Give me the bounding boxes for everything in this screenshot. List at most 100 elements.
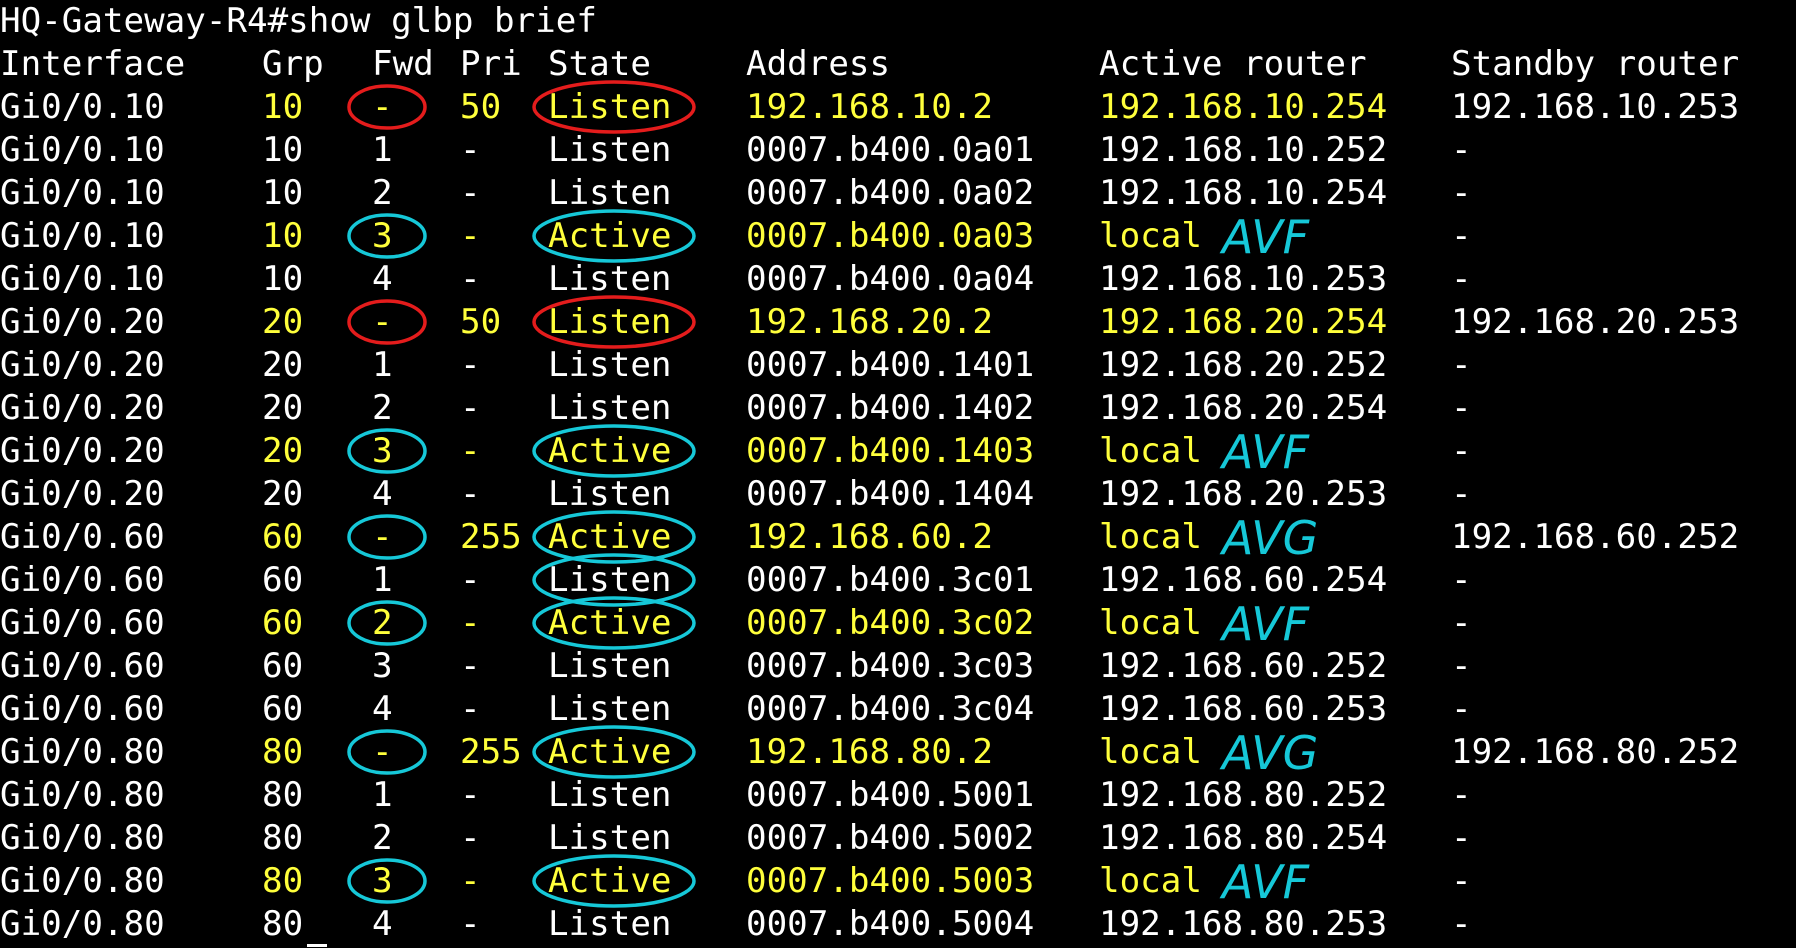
cell-active: 192.168.20.253	[1099, 474, 1388, 514]
cell-fwd: -	[372, 302, 393, 342]
cell-addr: 0007.b400.5004	[746, 904, 1035, 944]
cell-fwd: -	[372, 732, 393, 772]
cell-state: Listen	[548, 775, 672, 815]
cell-if: Gi0/0.60	[0, 646, 165, 686]
cell-standby: 192.168.10.253	[1451, 87, 1740, 127]
cell-addr: 192.168.10.2	[746, 87, 993, 127]
cell-if: Gi0/0.80	[0, 775, 165, 815]
cell-state: Listen	[548, 474, 672, 514]
cell-state: Listen	[548, 173, 672, 213]
cell-if: Gi0/0.60	[0, 689, 165, 729]
cell-active: 192.168.10.253	[1099, 259, 1388, 299]
cell-pri: -	[460, 646, 481, 686]
cell-fwd: 4	[372, 904, 393, 944]
cell-standby: -	[1451, 431, 1472, 471]
cell-addr: 0007.b400.1403	[746, 431, 1035, 471]
cell-grp: 80	[262, 775, 304, 815]
cell-fwd: 2	[372, 603, 393, 643]
cell-state: Listen	[548, 904, 672, 944]
cell-active: 192.168.80.254	[1099, 818, 1388, 858]
cell-addr: 192.168.20.2	[746, 302, 993, 342]
cell-if: Gi0/0.10	[0, 259, 165, 299]
cell-standby: -	[1451, 689, 1472, 729]
cell-if: Gi0/0.20	[0, 388, 165, 428]
cell-active: local	[1099, 517, 1202, 557]
cell-grp: 80	[262, 818, 304, 858]
cell-if: Gi0/0.60	[0, 603, 165, 643]
cell-active: 192.168.60.254	[1099, 560, 1388, 600]
cell-grp: 60	[262, 517, 304, 557]
cell-addr: 0007.b400.1402	[746, 388, 1035, 428]
cell-if: Gi0/0.80	[0, 904, 165, 944]
cell-if: Gi0/0.20	[0, 431, 165, 471]
cell-fwd: 4	[372, 259, 393, 299]
cell-fwd: 1	[372, 775, 393, 815]
cell-if: Gi0/0.80	[0, 732, 165, 772]
cell-grp: 10	[262, 216, 304, 256]
cell-active: 192.168.80.252	[1099, 775, 1388, 815]
column-header: State	[548, 44, 651, 84]
cell-standby: -	[1451, 560, 1472, 600]
cell-pri: -	[460, 431, 481, 471]
cell-state: Active	[548, 517, 672, 557]
column-header: Standby router	[1451, 44, 1740, 84]
cell-standby: -	[1451, 259, 1472, 299]
cell-addr: 0007.b400.3c02	[746, 603, 1035, 643]
cell-addr: 0007.b400.0a02	[746, 173, 1035, 213]
cell-fwd: 3	[372, 646, 393, 686]
cell-grp: 60	[262, 646, 304, 686]
command-prompt: HQ-Gateway-R4#show glbp brief	[0, 1, 597, 41]
cell-addr: 192.168.60.2	[746, 517, 993, 557]
cell-state: Listen	[548, 259, 672, 299]
cell-fwd: 3	[372, 431, 393, 471]
cell-grp: 20	[262, 345, 304, 385]
cell-fwd: -	[372, 517, 393, 557]
cell-state: Listen	[548, 560, 672, 600]
cell-pri: -	[460, 474, 481, 514]
cell-standby: 192.168.80.252	[1451, 732, 1740, 772]
cell-state: Active	[548, 216, 672, 256]
cell-state: Active	[548, 861, 672, 901]
cell-pri: -	[460, 775, 481, 815]
cell-active: 192.168.80.253	[1099, 904, 1388, 944]
cell-pri: 50	[460, 302, 502, 342]
cell-state: Listen	[548, 345, 672, 385]
cell-addr: 0007.b400.5003	[746, 861, 1035, 901]
cell-pri: -	[460, 818, 481, 858]
cell-fwd: 4	[372, 689, 393, 729]
cell-standby: -	[1451, 603, 1472, 643]
cell-fwd: 4	[372, 474, 393, 514]
cell-fwd: 2	[372, 173, 393, 213]
cell-state: Active	[548, 732, 672, 772]
cell-active: 192.168.10.254	[1099, 173, 1388, 213]
cell-state: Active	[548, 431, 672, 471]
cell-addr: 0007.b400.5001	[746, 775, 1035, 815]
cell-state: Listen	[548, 87, 672, 127]
cell-pri: -	[460, 560, 481, 600]
cell-if: Gi0/0.60	[0, 517, 165, 557]
cell-fwd: -	[372, 87, 393, 127]
cell-if: Gi0/0.60	[0, 560, 165, 600]
cell-standby: -	[1451, 345, 1472, 385]
cell-standby: -	[1451, 775, 1472, 815]
cell-active: 192.168.20.254	[1099, 302, 1388, 342]
cell-pri: -	[460, 173, 481, 213]
cell-addr: 0007.b400.0a01	[746, 130, 1035, 170]
cell-grp: 60	[262, 560, 304, 600]
cell-grp: 80	[262, 904, 304, 944]
terminal-window[interactable]: HQ-Gateway-R4#show glbp brief Interface G…	[0, 0, 1796, 948]
cell-addr: 0007.b400.1401	[746, 345, 1035, 385]
cell-if: Gi0/0.10	[0, 173, 165, 213]
cell-fwd: 1	[372, 560, 393, 600]
cell-pri: -	[460, 904, 481, 944]
cell-if: Gi0/0.80	[0, 861, 165, 901]
cell-state: Listen	[548, 130, 672, 170]
cell-active: 192.168.60.253	[1099, 689, 1388, 729]
cell-pri: -	[460, 259, 481, 299]
cell-standby: -	[1451, 818, 1472, 858]
cell-addr: 0007.b400.3c03	[746, 646, 1035, 686]
cell-standby: 192.168.60.252	[1451, 517, 1740, 557]
cell-state: Listen	[548, 689, 672, 729]
cell-active: 192.168.20.254	[1099, 388, 1388, 428]
cell-grp: 20	[262, 474, 304, 514]
